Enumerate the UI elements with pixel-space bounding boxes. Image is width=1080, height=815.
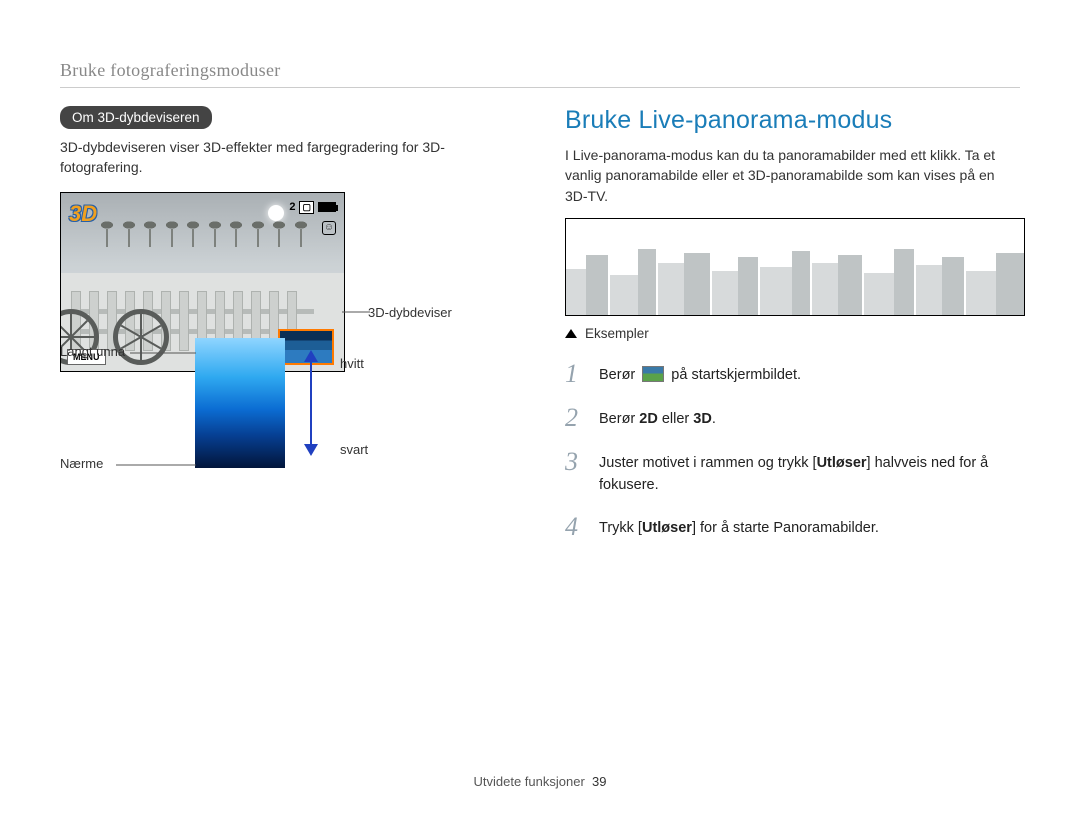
battery-icon	[318, 202, 336, 212]
step-number: 2	[565, 405, 585, 431]
step-text: Trykk [	[599, 520, 642, 536]
section-pill: Om 3D-dybdeviseren	[60, 106, 212, 129]
steps-list: 1 Berør på startskjermbildet. 2 Berør 2D…	[565, 361, 1020, 541]
step-text: Berør	[599, 411, 639, 427]
right-column: Bruke Live-panorama-modus I Live-panoram…	[565, 106, 1020, 558]
resolution-icon: ▢	[299, 201, 314, 214]
step-number: 3	[565, 449, 585, 497]
step-bold: 2D	[639, 411, 658, 427]
left-intro: 3D-dybdeviseren viser 3D-effekter med fa…	[60, 137, 515, 178]
step-number: 4	[565, 514, 585, 540]
step-bold: Utløser	[817, 455, 867, 471]
footer-section: Utvidete funksjoner	[474, 774, 585, 789]
3d-badge-icon: 3D	[69, 201, 97, 227]
face-detect-icon: ☺	[322, 221, 336, 235]
step-4: 4 Trykk [Utløser] for å starte Panoramab…	[565, 514, 1020, 540]
callout-white: hvitt	[340, 356, 364, 371]
depth-gradient	[195, 338, 285, 468]
step-text: eller	[658, 411, 693, 427]
callout-near: Nærme	[60, 456, 103, 471]
step-number: 1	[565, 361, 585, 387]
page-number: 39	[592, 774, 606, 789]
osd-top: 2 ▢	[289, 201, 336, 214]
step-bold: Utløser	[642, 520, 692, 536]
columns: Om 3D-dybdeviseren 3D-dybdeviseren viser…	[60, 106, 1020, 558]
double-arrow-icon	[294, 350, 328, 456]
right-intro: I Live-panorama-modus kan du ta panorama…	[565, 145, 1020, 206]
step-text: Berør	[599, 367, 639, 383]
left-column: Om 3D-dybdeviseren 3D-dybdeviseren viser…	[60, 106, 515, 526]
step-text: .	[712, 411, 716, 427]
step-text: Juster motivet i rammen og trykk [	[599, 455, 817, 471]
palm-row	[101, 219, 304, 259]
examples-row: Eksempler	[565, 326, 1020, 341]
shots-remaining: 2	[289, 201, 295, 213]
step-1: 1 Berør på startskjermbildet.	[565, 361, 1020, 387]
section-title: Bruke Live-panorama-modus	[565, 106, 1020, 135]
step-text: ] for å starte Panoramabilder.	[692, 520, 879, 536]
callout-far: Langt unna	[60, 344, 125, 359]
divider	[60, 87, 1020, 88]
callout-black: svart	[340, 442, 368, 457]
page-footer: Utvidete funksjoner 39	[0, 774, 1080, 789]
panorama-mode-icon	[642, 366, 664, 382]
callout-depth-viewer: 3D-dybdeviser	[368, 305, 452, 320]
step-bold: 3D	[693, 411, 712, 427]
triangle-up-icon	[565, 329, 577, 338]
step-3: 3 Juster motivet i rammen og trykk [Utlø…	[565, 449, 1020, 497]
step-text: på startskjermbildet.	[667, 367, 801, 383]
step-2: 2 Berør 2D eller 3D.	[565, 405, 1020, 431]
examples-label: Eksempler	[585, 326, 649, 341]
panorama-example	[565, 218, 1025, 316]
chapter-title: Bruke fotograferingsmoduser	[60, 60, 1020, 81]
